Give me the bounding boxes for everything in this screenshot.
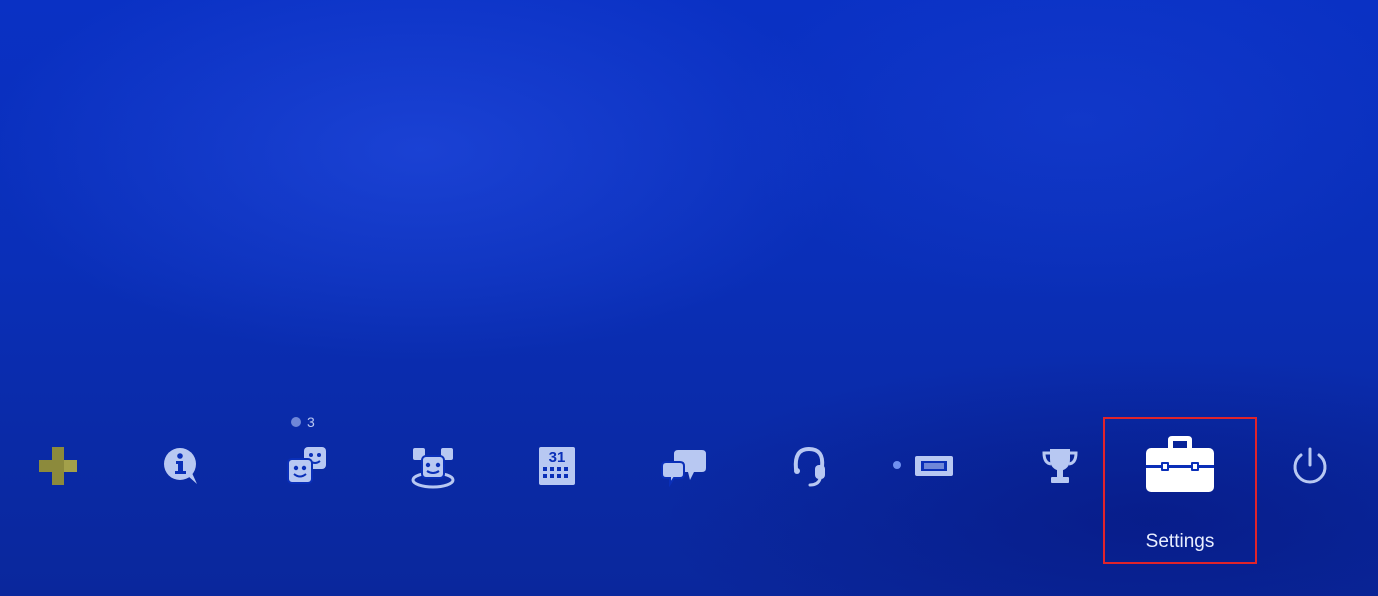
friends-button[interactable] [271,430,343,502]
messages-button[interactable] [648,430,720,502]
live-button[interactable] [898,430,970,502]
calendar-day: 31 [549,449,566,466]
notifications-button[interactable] [773,430,845,502]
messages-icon [661,450,706,488]
headset-icon [793,446,825,487]
whats-new-button[interactable] [145,430,217,502]
trophies-button[interactable] [1024,430,1096,502]
info-icon [164,448,197,484]
live-broadcast-icon [915,456,953,476]
friends-icon [287,447,326,484]
party-button[interactable] [397,430,469,502]
playstation-plus-icon [39,447,77,485]
friends-badge-dot [291,417,301,427]
playstation-plus-button[interactable] [22,430,94,502]
friends-badge: 3 [291,414,315,430]
friends-badge-count: 3 [307,414,315,430]
calendar-icon: 31 [539,447,575,485]
events-button[interactable]: 31 [521,430,593,502]
power-icon [1293,447,1327,484]
power-button[interactable] [1274,430,1346,502]
party-icon [411,448,455,489]
trophy-icon [1042,449,1078,483]
selection-highlight-frame [1103,417,1257,564]
